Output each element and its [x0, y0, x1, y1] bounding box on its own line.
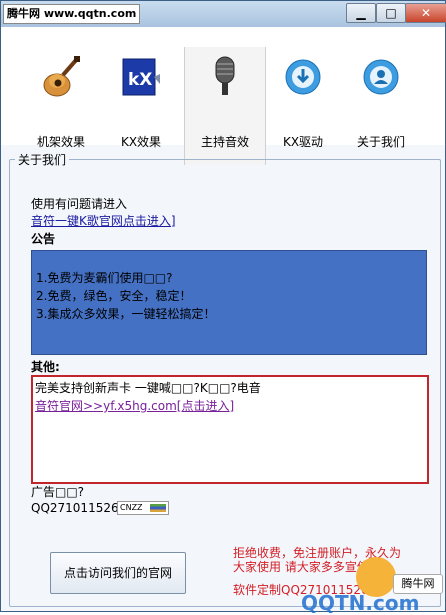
other-title: 其他:: [31, 360, 60, 374]
tab-label: 关于我们: [356, 135, 405, 149]
cnzz-stripes-icon: [150, 504, 166, 512]
other-line: 完美支持创新声卡 一键喊□□?K□□?电音: [35, 381, 261, 395]
tab-about-us[interactable]: 关于我们: [341, 47, 421, 149]
tab-kx-effects[interactable]: kX KX效果: [101, 47, 181, 149]
tab-label: 机架效果: [36, 135, 85, 149]
intro-text: 使用有问题请进入: [31, 197, 128, 211]
notice-line: 1.免费为麦霸们使用□□?: [36, 271, 173, 285]
cnzz-badge[interactable]: CNZZ: [117, 501, 169, 515]
kgroup-link[interactable]: 音符一键K歌官网点击进入]: [31, 212, 176, 229]
qq-number: QQ271011526: [31, 501, 119, 515]
other-box: 完美支持创新声卡 一键喊□□?K□□?电音 音符官网>>yf.x5hg.com[…: [31, 375, 429, 484]
title-bar[interactable]: 腾牛网 www.qqtn.com ▁ □ ✕: [1, 1, 446, 27]
guitar-icon: [43, 56, 80, 97]
notice-title: 公告: [31, 232, 56, 246]
watermark-brand: 腾牛网: [393, 574, 443, 594]
tab-host-sound[interactable]: 主持音效: [184, 47, 266, 165]
notice-box: 1.免费为麦霸们使用□□? 2.免费，绿色，安全，稳定！ 3.集成众多效果，一键…: [31, 250, 427, 355]
toolbar: 机架效果 kX KX效果 主持音效 KX驱动 关于我们: [1, 27, 445, 165]
minimize-button[interactable]: ▁: [346, 3, 376, 23]
tab-kx-driver[interactable]: KX驱动: [263, 47, 343, 149]
watermark-site: QQTN.com: [301, 591, 420, 615]
notice-line: 3.集成众多效果，一键轻松搞定！: [36, 307, 216, 321]
site-badge: 腾牛网 www.qqtn.com: [3, 4, 141, 24]
official-site-link[interactable]: 音符官网>>yf.x5hg.com[点击进入]: [35, 397, 234, 414]
ad-label: 广告□□?: [31, 485, 85, 499]
tab-rack-effects[interactable]: 机架效果: [21, 47, 101, 149]
svg-text:kX: kX: [128, 70, 152, 90]
tab-label: 主持音效: [200, 135, 249, 149]
user-icon: [363, 59, 399, 95]
slogan-line: 大家使用 请大家多多宣传!: [233, 560, 374, 574]
maximize-button[interactable]: □: [376, 3, 406, 23]
microphone-icon: [215, 56, 235, 95]
group-title: 关于我们: [15, 151, 70, 168]
notice-line: 2.免费，绿色，安全，稳定！: [36, 289, 192, 303]
tab-label: KX效果: [120, 135, 162, 149]
download-icon: [285, 59, 321, 95]
app-window: 腾牛网 www.qqtn.com ▁ □ ✕ 机架效果 kX KX效果 主持音效…: [0, 0, 446, 615]
kx-logo-icon: kX: [122, 58, 160, 96]
close-button[interactable]: ✕: [405, 3, 446, 23]
visit-website-button[interactable]: 点击访问我们的官网: [50, 552, 186, 594]
cnzz-label: CNZZ: [120, 503, 143, 512]
tab-label: KX驱动: [282, 135, 324, 149]
